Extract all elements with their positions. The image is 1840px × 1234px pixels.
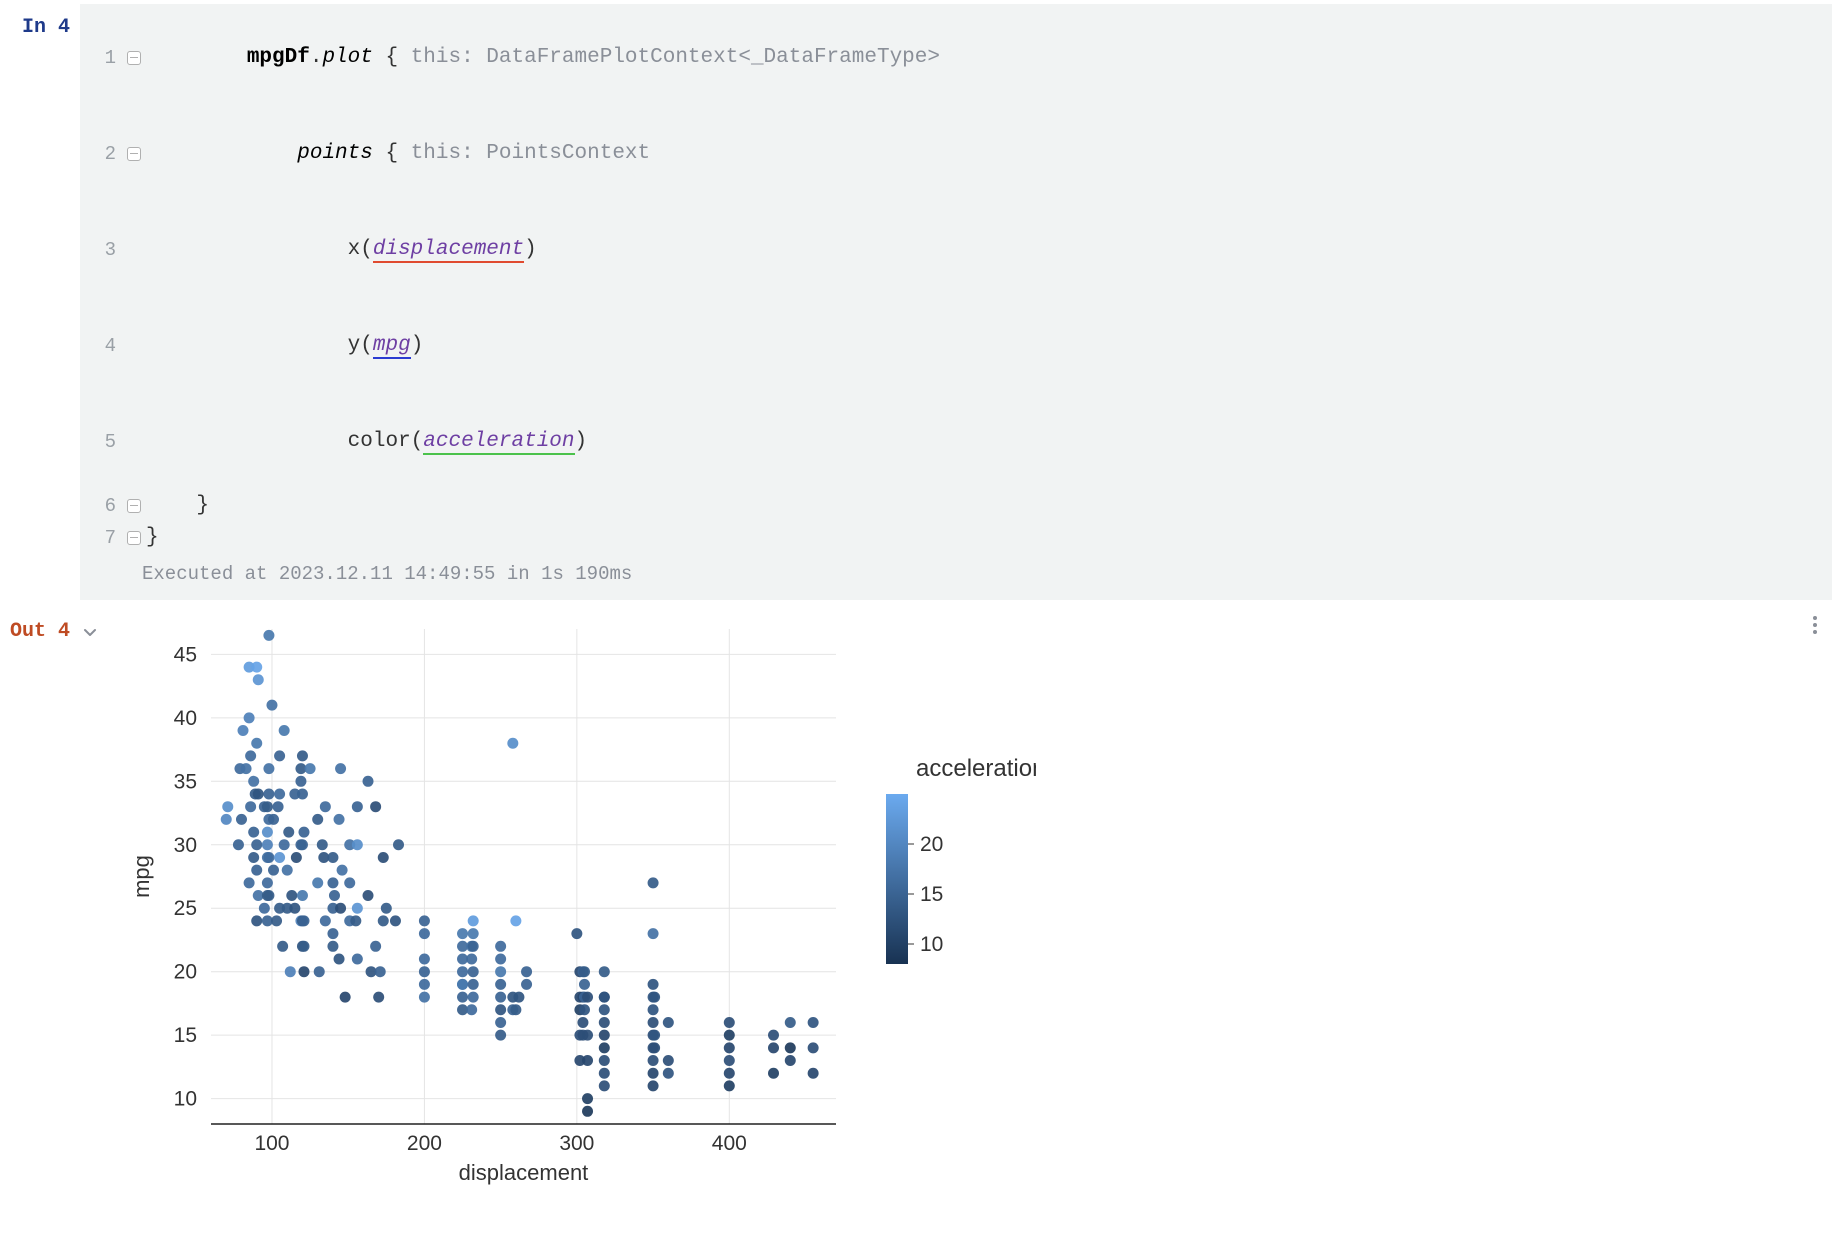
gutter-number: 2 [80,138,126,170]
svg-text:20: 20 [920,833,943,856]
token-param-displacement: displacement [373,238,524,263]
code-line-2[interactable]: 2 points { this: PointsContext [80,106,1832,202]
code-line-7[interactable]: 7 } [80,522,1832,554]
token-variable: mpgDf [247,46,310,69]
fold-close-icon[interactable] [126,499,142,513]
svg-text:10: 10 [920,933,943,956]
token-method: points [297,142,373,165]
svg-text:45: 45 [174,643,197,666]
code-line-1[interactable]: 1 mpgDf.plot { this: DataFramePlotContex… [80,10,1832,106]
svg-text:15: 15 [174,1024,197,1047]
svg-text:25: 25 [174,897,197,920]
in-prompt-label: In 4 [8,4,80,39]
svg-text:200: 200 [407,1132,442,1155]
fold-icon[interactable] [126,51,142,65]
svg-text:35: 35 [174,770,197,793]
code-line-6[interactable]: 6 } [80,490,1832,522]
inline-hint: this: PointsContext [411,142,650,165]
svg-text:300: 300 [559,1132,594,1155]
fold-close-icon[interactable] [126,531,142,545]
svg-text:400: 400 [712,1132,747,1155]
out-prompt-label: Out 4 [8,614,80,643]
fold-icon[interactable] [126,147,142,161]
code-line-3[interactable]: 3 x(displacement) [80,202,1832,298]
token-param-mpg: mpg [373,334,411,359]
output-cell: Out 4 100 200 300 400 10 15 20 25 30 35 40 45 displa… [0,604,1840,1234]
gutter-number: 1 [80,42,126,74]
gutter-number: 7 [80,522,126,554]
svg-text:displacement: displacement [459,1160,589,1185]
more-menu-icon[interactable] [1804,614,1826,636]
gutter-number: 5 [80,426,126,458]
svg-text:acceleration: acceleration [916,755,1036,782]
svg-text:20: 20 [174,961,197,984]
code-line-5[interactable]: 5 color(acceleration) [80,394,1832,490]
code-editor[interactable]: 1 mpgDf.plot { this: DataFramePlotContex… [80,4,1832,600]
svg-text:10: 10 [174,1088,197,1111]
token-param-acceleration: acceleration [423,430,574,455]
input-cell: In 4 1 mpgDf.plot { this: DataFramePlotC… [0,0,1840,604]
gutter-number: 6 [80,490,126,522]
gutter-number: 3 [80,234,126,266]
output-collapse-toggle[interactable] [80,614,100,642]
svg-text:100: 100 [254,1132,289,1155]
token-method: plot [322,46,372,69]
svg-text:30: 30 [174,834,197,857]
scatter-plot: 100 200 300 400 10 15 20 25 30 35 40 45 displacement… [116,614,1036,1214]
execution-info: Executed at 2023.12.11 14:49:55 in 1s 19… [80,554,1832,594]
inline-hint: this: DataFramePlotContext<_DataFrameTyp… [411,46,940,69]
code-line-4[interactable]: 4 y(mpg) [80,298,1832,394]
svg-text:15: 15 [920,883,943,906]
svg-text:40: 40 [174,707,197,730]
svg-text:mpg: mpg [129,855,154,898]
gutter-number: 4 [80,330,126,362]
